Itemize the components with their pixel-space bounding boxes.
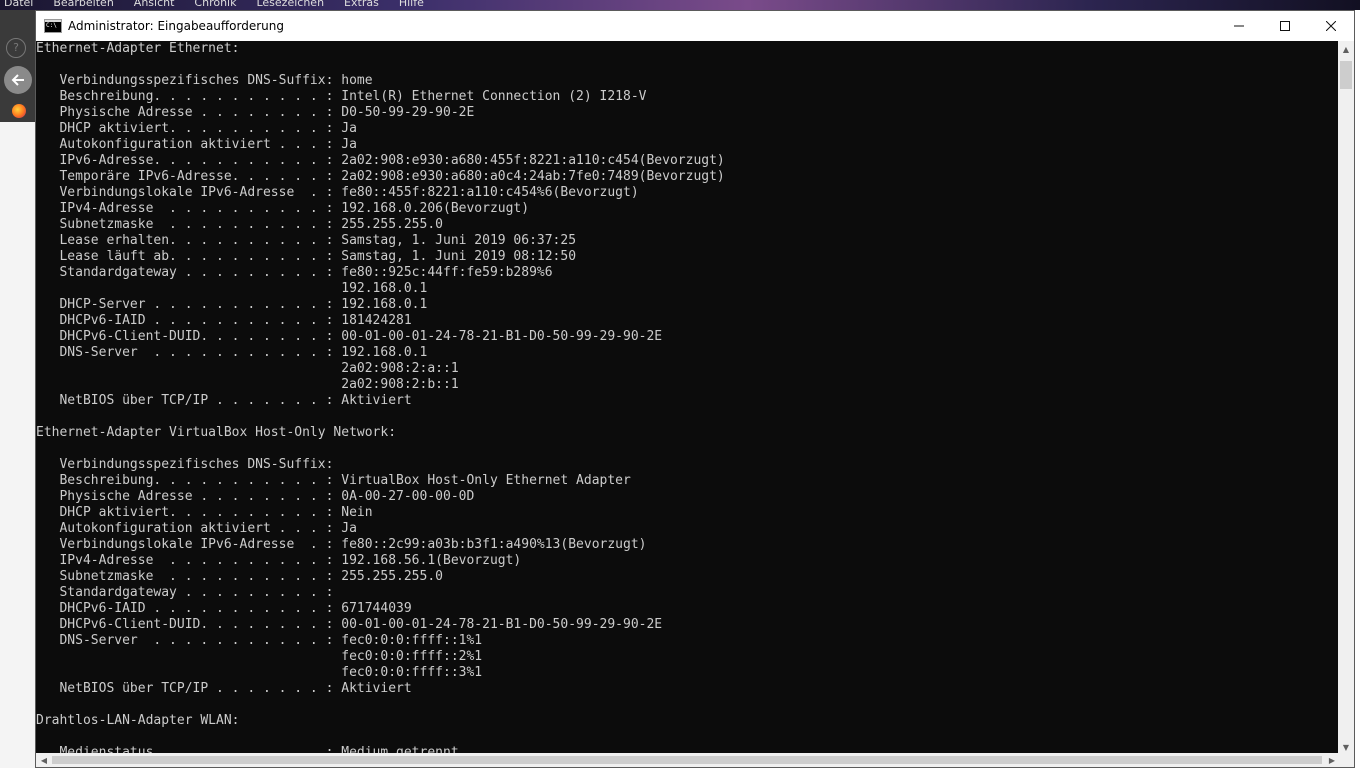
bg-menu-item[interactable]: Chronik: [194, 0, 236, 10]
background-menubar: Datei Bearbeiten Ansicht Chronik Lesezei…: [0, 0, 424, 10]
console-line: Ethernet-Adapter VirtualBox Host-Only Ne…: [36, 425, 397, 440]
console-line: DNS-Server . . . . . . . . . . . : 192.1…: [36, 345, 428, 360]
console-text: Ethernet-Adapter Ethernet: Verbindungssp…: [36, 41, 725, 755]
console-line: Drahtlos-LAN-Adapter WLAN:: [36, 713, 240, 728]
console-line: Ethernet-Adapter Ethernet:: [36, 41, 240, 56]
console-line: 2a02:908:2:a::1: [36, 361, 459, 376]
console-line: 2a02:908:2:b::1: [36, 377, 459, 392]
console-line: IPv4-Adresse . . . . . . . . . . : 192.1…: [36, 201, 530, 216]
cmd-icon: [44, 19, 62, 33]
console-line: DHCP aktiviert. . . . . . . . . . : Nein: [36, 505, 373, 520]
bg-menu-item[interactable]: Hilfe: [399, 0, 424, 10]
console-output[interactable]: Ethernet-Adapter Ethernet: Verbindungssp…: [36, 41, 1340, 755]
console-line: Physische Adresse . . . . . . . . : D0-5…: [36, 105, 475, 120]
console-line: Subnetzmaske . . . . . . . . . . : 255.2…: [36, 217, 443, 232]
console-line: Autokonfiguration aktiviert . . . : Ja: [36, 137, 357, 152]
console-line: fec0:0:0:ffff::3%1: [36, 665, 483, 680]
console-line: DHCPv6-IAID . . . . . . . . . . . : 6717…: [36, 601, 412, 616]
console-line: Standardgateway . . . . . . . . . : fe80…: [36, 265, 553, 280]
console-line: Verbindungsspezifisches DNS-Suffix: home: [36, 73, 373, 88]
back-arrow-icon[interactable]: [4, 66, 32, 94]
console-line: DHCP aktiviert. . . . . . . . . . : Ja: [36, 121, 357, 136]
title-bar[interactable]: Administrator: Eingabeaufforderung: [36, 11, 1354, 41]
console-line: Beschreibung. . . . . . . . . . . : Inte…: [36, 89, 647, 104]
scrollbar-corner: [1338, 753, 1354, 767]
close-icon: [1326, 21, 1336, 31]
bg-menu-item[interactable]: Ansicht: [134, 0, 175, 10]
console-line: DHCPv6-Client-DUID. . . . . . . . : 00-0…: [36, 329, 663, 344]
scroll-up-arrow-icon[interactable]: ▲: [1338, 41, 1354, 57]
help-icon[interactable]: ?: [6, 38, 26, 58]
console-line: Lease läuft ab. . . . . . . . . . : Sams…: [36, 249, 577, 264]
background-browser-edge: ?: [0, 10, 35, 768]
close-button[interactable]: [1308, 11, 1354, 41]
scroll-left-arrow-icon[interactable]: ◀: [36, 753, 52, 767]
console-line: IPv4-Adresse . . . . . . . . . . : 192.1…: [36, 553, 522, 568]
console-line: Subnetzmaske . . . . . . . . . . : 255.2…: [36, 569, 443, 584]
console-line: Temporäre IPv6-Adresse. . . . . . : 2a02…: [36, 169, 725, 184]
console-line: fec0:0:0:ffff::2%1: [36, 649, 483, 664]
console-line: IPv6-Adresse. . . . . . . . . . . : 2a02…: [36, 153, 725, 168]
bg-menu-item[interactable]: Bearbeiten: [53, 0, 113, 10]
console-line: NetBIOS über TCP/IP . . . . . . . : Akti…: [36, 393, 412, 408]
maximize-button[interactable]: [1262, 11, 1308, 41]
console-line: Standardgateway . . . . . . . . . :: [36, 585, 334, 600]
console-line: Verbindungslokale IPv6-Adresse . : fe80:…: [36, 185, 639, 200]
firefox-icon[interactable]: [12, 104, 26, 118]
bg-menu-item[interactable]: Datei: [4, 0, 33, 10]
horizontal-scroll-thumb[interactable]: [52, 756, 1322, 764]
console-line: DNS-Server . . . . . . . . . . . : fec0:…: [36, 633, 483, 648]
desktop-background: Datei Bearbeiten Ansicht Chronik Lesezei…: [0, 0, 1360, 10]
console-line: Physische Adresse . . . . . . . . : 0A-0…: [36, 489, 475, 504]
console-line: DHCPv6-IAID . . . . . . . . . . . : 1814…: [36, 313, 412, 328]
console-line: Verbindungslokale IPv6-Adresse . : fe80:…: [36, 537, 647, 552]
bg-menu-item[interactable]: Lesezeichen: [256, 0, 324, 10]
console-line: Verbindungsspezifisches DNS-Suffix:: [36, 457, 334, 472]
window-title: Administrator: Eingabeaufforderung: [68, 19, 284, 33]
vertical-scrollbar[interactable]: ▲ ▼: [1338, 41, 1354, 755]
vertical-scroll-thumb[interactable]: [1340, 61, 1352, 89]
minimize-button[interactable]: [1216, 11, 1262, 41]
console-line: Autokonfiguration aktiviert . . . : Ja: [36, 521, 357, 536]
console-line: 192.168.0.1: [36, 281, 428, 296]
maximize-icon: [1280, 21, 1290, 31]
console-line: Beschreibung. . . . . . . . . . . : Virt…: [36, 473, 631, 488]
console-line: DHCP-Server . . . . . . . . . . . : 192.…: [36, 297, 428, 312]
console-line: DHCPv6-Client-DUID. . . . . . . . : 00-0…: [36, 617, 663, 632]
console-window: Administrator: Eingabeaufforderung Ether…: [35, 10, 1355, 768]
console-line: NetBIOS über TCP/IP . . . . . . . : Akti…: [36, 681, 412, 696]
window-controls: [1216, 11, 1354, 41]
console-line: Lease erhalten. . . . . . . . . . : Sams…: [36, 233, 577, 248]
background-toolbar: ?: [0, 10, 35, 122]
horizontal-scrollbar[interactable]: ◀ ▶: [36, 753, 1340, 767]
bg-menu-item[interactable]: Extras: [344, 0, 379, 10]
minimize-icon: [1234, 25, 1244, 27]
